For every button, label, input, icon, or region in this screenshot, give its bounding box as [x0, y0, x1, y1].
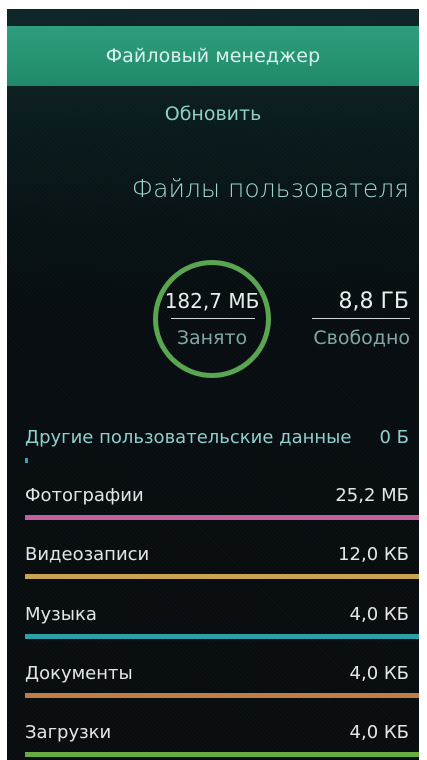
free-space-label: Свободно — [313, 327, 410, 349]
category-name: Музыка — [25, 604, 97, 625]
category-music[interactable]: Музыка 4,0 КБ — [7, 604, 419, 664]
category-size: 25,2 МБ — [335, 485, 409, 506]
category-bar — [25, 634, 419, 639]
used-space-value: 182,7 МБ — [164, 289, 260, 313]
used-divider — [171, 318, 255, 319]
refresh-menu-item[interactable]: Обновить — [7, 89, 419, 139]
category-size: 4,0 КБ — [349, 663, 409, 684]
pulley-menu-title-label: Файловый менеджер — [105, 45, 321, 67]
category-name: Другие пользовательские данные — [25, 427, 352, 448]
used-space-label: Занято — [176, 327, 248, 349]
category-videos[interactable]: Видеозаписи 12,0 КБ — [7, 544, 419, 604]
free-space-value: 8,8 ГБ — [338, 289, 410, 314]
category-other-user-data[interactable]: Другие пользовательские данные 0 Б — [7, 427, 419, 487]
category-name: Фотографии — [25, 485, 144, 506]
category-name: Видеозаписи — [25, 544, 150, 565]
category-documents[interactable]: Документы 4,0 КБ — [7, 663, 419, 723]
page-title: Файлы пользователя — [131, 174, 409, 203]
category-photos[interactable]: Фотографии 25,2 МБ — [7, 485, 419, 545]
category-size: 12,0 КБ — [338, 544, 409, 565]
pulley-menu-title[interactable]: Файловый менеджер — [7, 26, 419, 86]
category-bar — [25, 752, 419, 757]
storage-usage-ring — [153, 260, 271, 378]
category-size: 0 Б — [379, 427, 409, 448]
file-manager-screen: Файловый менеджер Обновить Файлы пользов… — [7, 9, 419, 760]
category-size: 4,0 КБ — [349, 604, 409, 625]
refresh-label: Обновить — [164, 103, 262, 125]
category-bar — [25, 515, 419, 520]
category-bar — [25, 574, 419, 579]
category-bar — [25, 693, 419, 698]
category-name: Документы — [25, 663, 133, 684]
category-bar — [25, 458, 28, 463]
category-size: 4,0 КБ — [349, 722, 409, 743]
category-downloads[interactable]: Загрузки 4,0 КБ — [7, 722, 419, 760]
category-name: Загрузки — [25, 722, 112, 743]
free-divider — [312, 318, 410, 319]
